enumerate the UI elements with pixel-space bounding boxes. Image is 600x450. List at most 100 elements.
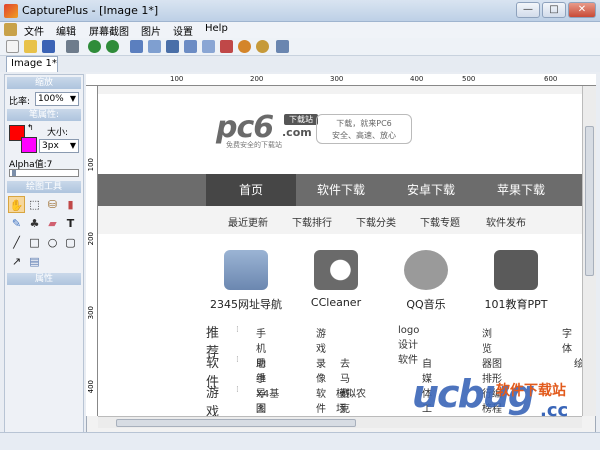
app-menu-icon[interactable] — [4, 23, 17, 36]
app-name: QQ音乐 — [406, 298, 446, 311]
zoom-label: 比率: — [9, 97, 31, 107]
close-button[interactable]: ✕ — [568, 2, 596, 18]
row-title: 游戏 — [206, 386, 220, 416]
site-nav: 首页 软件下载 安卓下载 苹果下载 — [98, 174, 582, 206]
nav-software[interactable]: 软件下载 — [296, 174, 386, 206]
ruler-mark: 200 — [250, 75, 264, 83]
horizontal-scrollbar[interactable] — [98, 416, 582, 428]
redo-icon[interactable] — [106, 40, 119, 53]
arrow-tool-icon[interactable]: ↗ — [8, 253, 25, 270]
eraser-tool-icon[interactable]: ▰ — [44, 215, 61, 232]
new-icon[interactable] — [6, 40, 19, 53]
eyedropper-tool-icon[interactable]: ✎ — [8, 215, 25, 232]
pc6-logo-slogan: 免费安全的下载站 — [226, 141, 282, 149]
maximize-button[interactable]: □ — [542, 2, 566, 18]
title-bar: CapturePlus - [Image 1*] — □ ✕ — [0, 0, 600, 22]
subnav-topic[interactable]: 下载专题 — [420, 214, 460, 229]
pc6-logo-domain: .com — [282, 126, 312, 139]
app-name: 101教育PPT — [484, 298, 548, 311]
horizontal-scroll-thumb[interactable] — [116, 419, 356, 427]
tab-image1[interactable]: Image 1* — [6, 56, 58, 72]
watermark-domain: .cc — [540, 400, 569, 421]
text-tool-icon[interactable]: T — [62, 215, 79, 232]
capture-scroll-icon[interactable] — [202, 40, 215, 53]
row-link[interactable]: 游戏录像软件 — [316, 325, 326, 415]
window-title: CapturePlus - [Image 1*] — [22, 4, 159, 17]
nav-android[interactable]: 安卓下载 — [386, 174, 476, 206]
color-picker-icon[interactable] — [238, 40, 251, 53]
pencil-tool-icon[interactable]: ♣ — [26, 215, 43, 232]
hand-tool-icon[interactable]: ✋ — [8, 196, 25, 213]
2345-logo-icon — [224, 250, 268, 290]
rectangle-tool-icon[interactable]: □ — [26, 234, 43, 251]
nav-home[interactable]: 首页 — [206, 174, 296, 206]
subnav-ranking[interactable]: 下载排行 — [292, 214, 332, 229]
toolbar — [0, 38, 600, 56]
subnav-publish[interactable]: 软件发布 — [486, 214, 526, 229]
menu-edit[interactable]: 编辑 — [56, 23, 76, 38]
vertical-scroll-thumb[interactable] — [585, 126, 594, 276]
row-link[interactable]: 绘 — [574, 355, 582, 370]
app-tile-qqmusic[interactable]: QQ音乐 — [386, 250, 466, 312]
ellipse-tool-icon[interactable]: ○ — [44, 234, 61, 251]
app-tile-2345[interactable]: 2345网址导航 — [206, 250, 286, 312]
print-icon[interactable] — [66, 40, 79, 53]
alpha-slider-thumb[interactable] — [12, 170, 16, 176]
menu-settings[interactable]: 设置 — [173, 23, 193, 38]
size-select[interactable]: 3px ▼ — [39, 139, 79, 153]
app-tile-101ppt[interactable]: 101教育PPT — [476, 250, 556, 312]
tab-strip: Image 1* — [0, 56, 600, 72]
highlight-tool-icon[interactable]: ▤ — [26, 253, 43, 270]
crop-tool-icon[interactable]: ▮ — [62, 196, 79, 213]
menu-image[interactable]: 图片 — [141, 23, 161, 38]
subnav-latest[interactable]: 最近更新 — [228, 214, 268, 229]
drawing-tools-section-header: 绘图工具 — [7, 181, 81, 193]
select-tool-icon[interactable]: ⬚ — [26, 196, 43, 213]
menu-file[interactable]: 文件 — [24, 23, 44, 38]
undo-icon[interactable] — [88, 40, 101, 53]
menu-screenshot[interactable]: 屏幕截图 — [89, 23, 129, 38]
settings-icon[interactable] — [276, 40, 289, 53]
bucket-tool-icon[interactable]: ⛁ — [44, 196, 61, 213]
swap-colors-icon[interactable]: ↰ — [27, 123, 34, 132]
minimize-button[interactable]: — — [516, 2, 540, 18]
capture-fullscreen-icon[interactable] — [184, 40, 197, 53]
site-subnav: 最近更新 下载排行 下载分类 下载专题 软件发布 — [98, 206, 582, 234]
ruler-mark: 300 — [87, 306, 95, 320]
qq-music-icon — [404, 250, 448, 290]
row-separator: ⁞ — [236, 385, 239, 395]
capture-window-icon[interactable] — [148, 40, 161, 53]
vertical-scrollbar[interactable] — [582, 86, 596, 416]
row-link[interactable]: logo设计软件 — [398, 325, 419, 366]
menu-bar: 文件 编辑 屏幕截图 图片 设置 Help — [0, 22, 600, 38]
capture-region-icon[interactable] — [130, 40, 143, 53]
capture-screen-icon[interactable] — [166, 40, 179, 53]
alpha-slider[interactable] — [9, 169, 79, 177]
row-link[interactable]: 模拟农场19MOD — [336, 385, 373, 416]
row-link[interactable]: 字体 — [562, 325, 572, 355]
app-icon — [4, 4, 18, 18]
chevron-down-icon: ▼ — [69, 94, 76, 103]
row-separator: ⁞ — [236, 325, 239, 335]
share-icon[interactable] — [256, 40, 269, 53]
line-tool-icon[interactable]: ╱ — [8, 234, 25, 251]
subnav-category[interactable]: 下载分类 — [356, 214, 396, 229]
effects-icon[interactable] — [220, 40, 233, 53]
save-icon[interactable] — [42, 40, 55, 53]
chevron-down-icon: ▼ — [69, 141, 76, 150]
ruler-mark: 300 — [330, 75, 344, 83]
open-icon[interactable] — [24, 40, 37, 53]
nav-apple[interactable]: 苹果下载 — [476, 174, 566, 206]
zoom-select[interactable]: 100% ▼ — [35, 92, 79, 106]
ruler-mark: 500 — [462, 75, 476, 83]
rounded-rect-tool-icon[interactable]: ▢ — [62, 234, 79, 251]
row-link[interactable]: X4基因MOD — [256, 385, 280, 416]
menu-help[interactable]: Help — [205, 23, 228, 34]
app-name: CCleaner — [310, 296, 362, 309]
secondary-color-swatch[interactable] — [21, 137, 37, 153]
size-label: 大小: — [47, 128, 69, 138]
pc6-logo-badge: 下载站 — [284, 114, 318, 125]
image-canvas[interactable]: pc6 下载站 .com 免费安全的下载站 下载，就来PC6 安全、高速、放心 … — [98, 94, 582, 416]
app-tile-ccleaner[interactable]: CCleaner — [296, 250, 376, 309]
ruler-mark: 100 — [87, 158, 95, 172]
